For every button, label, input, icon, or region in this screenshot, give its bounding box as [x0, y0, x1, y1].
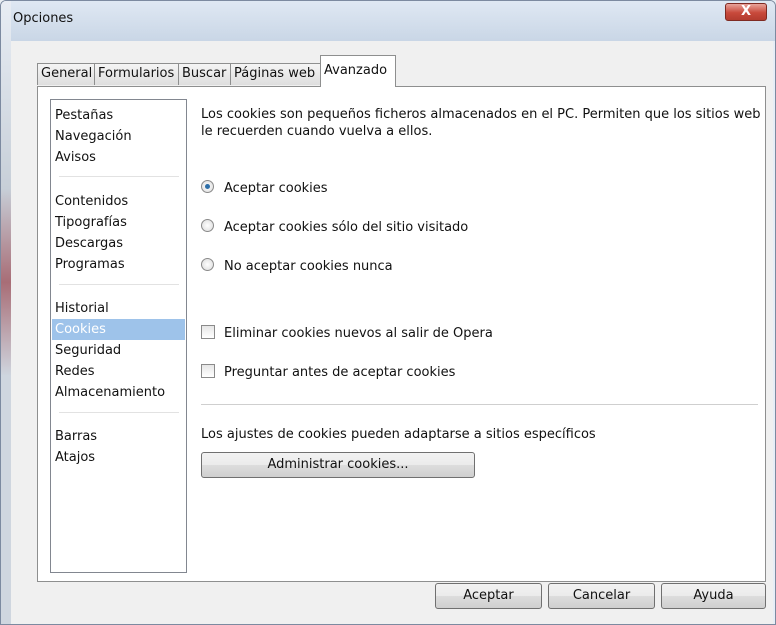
cookies-description: Los cookies son pequeños ficheros almace… [201, 107, 761, 139]
accept-button[interactable]: Aceptar [435, 583, 542, 609]
sidebar-item-barras[interactable]: Barras [52, 426, 185, 447]
checkbox-delete-on-exit[interactable]: Eliminar cookies nuevos al salir de Oper… [201, 324, 493, 344]
radio-icon[interactable] [201, 258, 214, 271]
category-list: Pestañas Navegación Avisos Contenidos Ti… [50, 99, 187, 573]
radio-selected-icon[interactable] [201, 180, 214, 193]
list-divider [59, 412, 179, 413]
sidebar-item-historial[interactable]: Historial [52, 298, 185, 319]
dialog-body: General Formularios Buscar Páginas web A… [11, 41, 773, 624]
checkbox-label: Eliminar cookies nuevos al salir de Oper… [224, 326, 493, 341]
tab-formularios[interactable]: Formularios [94, 63, 179, 85]
window-title: Opciones [13, 11, 74, 26]
radio-icon[interactable] [201, 219, 214, 232]
window-frame-edge [1, 1, 11, 624]
sidebar-item-atajos[interactable]: Atajos [52, 447, 185, 468]
section-divider [201, 404, 758, 405]
title-bar: Opciones X [1, 1, 775, 624]
tab-general[interactable]: General [37, 63, 95, 85]
cancel-button[interactable]: Cancelar [548, 583, 655, 609]
tab-paginas-web[interactable]: Páginas web [230, 63, 321, 85]
radio-label: Aceptar cookies sólo del sitio visitado [224, 220, 469, 235]
close-icon: X [740, 4, 752, 19]
checkbox-icon[interactable] [201, 364, 215, 378]
options-dialog: Opciones X General Formularios Buscar Pá… [0, 0, 776, 625]
sidebar-item-redes[interactable]: Redes [52, 361, 185, 382]
radio-label: No aceptar cookies nunca [224, 259, 393, 274]
checkbox-icon[interactable] [201, 325, 215, 339]
tab-avanzado[interactable]: Avanzado [320, 55, 396, 87]
sidebar-item-avisos[interactable]: Avisos [52, 147, 185, 168]
help-button[interactable]: Ayuda [661, 583, 766, 609]
radio-never-accept[interactable]: No aceptar cookies nunca [201, 257, 393, 277]
sidebar-item-descargas[interactable]: Descargas [52, 233, 185, 254]
radio-accept-cookies[interactable]: Aceptar cookies [201, 179, 328, 199]
checkbox-ask-before[interactable]: Preguntar antes de aceptar cookies [201, 363, 455, 383]
radio-label: Aceptar cookies [224, 181, 328, 196]
list-divider [59, 284, 179, 285]
close-button[interactable]: X [725, 3, 767, 21]
sidebar-item-navegacion[interactable]: Navegación [52, 126, 185, 147]
sidebar-item-contenidos[interactable]: Contenidos [52, 191, 185, 212]
sidebar-item-cookies[interactable]: Cookies [52, 319, 185, 340]
sidebar-item-programas[interactable]: Programas [52, 254, 185, 275]
sidebar-item-pestanas[interactable]: Pestañas [52, 105, 185, 126]
tab-panel-avanzado: Pestañas Navegación Avisos Contenidos Ti… [37, 86, 766, 582]
site-settings-note: Los ajustes de cookies pueden adaptarse … [201, 427, 596, 442]
sidebar-item-almacenamiento[interactable]: Almacenamiento [52, 382, 185, 403]
manage-cookies-button[interactable]: Administrar cookies... [201, 452, 475, 478]
list-divider [59, 176, 179, 177]
checkbox-label: Preguntar antes de aceptar cookies [224, 365, 456, 380]
radio-accept-site-only[interactable]: Aceptar cookies sólo del sitio visitado [201, 218, 468, 238]
sidebar-item-seguridad[interactable]: Seguridad [52, 340, 185, 361]
sidebar-item-tipografias[interactable]: Tipografías [52, 212, 185, 233]
tab-buscar[interactable]: Buscar [178, 63, 231, 85]
